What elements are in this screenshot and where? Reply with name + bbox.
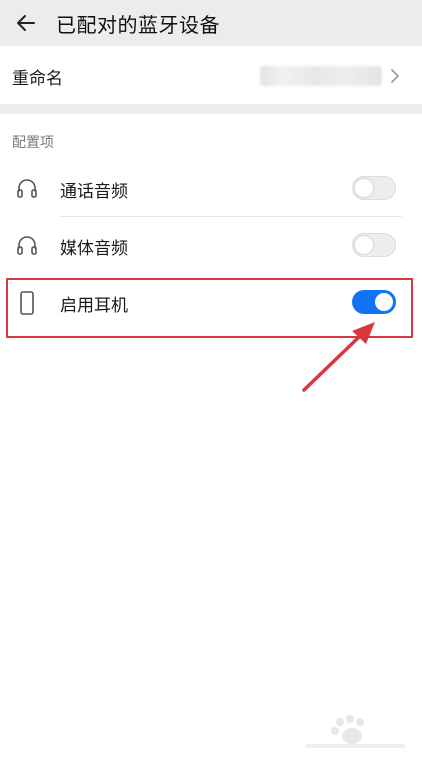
rename-label: 重命名: [12, 68, 63, 89]
toggle-knob: [355, 236, 373, 254]
annotation-arrow: [302, 322, 375, 392]
page-title: 已配对的蓝牙设备: [56, 12, 220, 37]
arrow-left-icon: [17, 15, 35, 31]
headphones-icon: [17, 179, 37, 198]
device-name-value-blurred: [260, 66, 382, 86]
top-app-bar: 已配对的蓝牙设备: [0, 0, 422, 46]
phone-icon: [20, 291, 34, 315]
config-item-enable-headset: 启用耳机: [0, 277, 422, 331]
watermark-logo: [305, 715, 405, 748]
config-item-label: 媒体音频: [60, 239, 128, 259]
headphones-icon: [17, 236, 37, 255]
section-label-config: 配置项: [12, 135, 54, 151]
toggle-knob: [355, 179, 373, 197]
section-gap: [0, 104, 422, 114]
config-item-label: 启用耳机: [60, 296, 128, 316]
config-item-call-audio: 通话音频: [0, 162, 422, 216]
enable-headset-toggle[interactable]: [352, 290, 396, 314]
rename-row[interactable]: 重命名: [0, 48, 422, 104]
config-item-label: 通话音频: [60, 182, 128, 202]
toggle-knob: [375, 293, 393, 311]
chevron-right-icon: [391, 69, 399, 83]
call-audio-toggle[interactable]: [352, 176, 396, 200]
back-button[interactable]: [2, 0, 50, 46]
list-divider: [60, 216, 402, 217]
media-audio-toggle[interactable]: [352, 233, 396, 257]
config-item-media-audio: 媒体音频: [0, 219, 422, 273]
